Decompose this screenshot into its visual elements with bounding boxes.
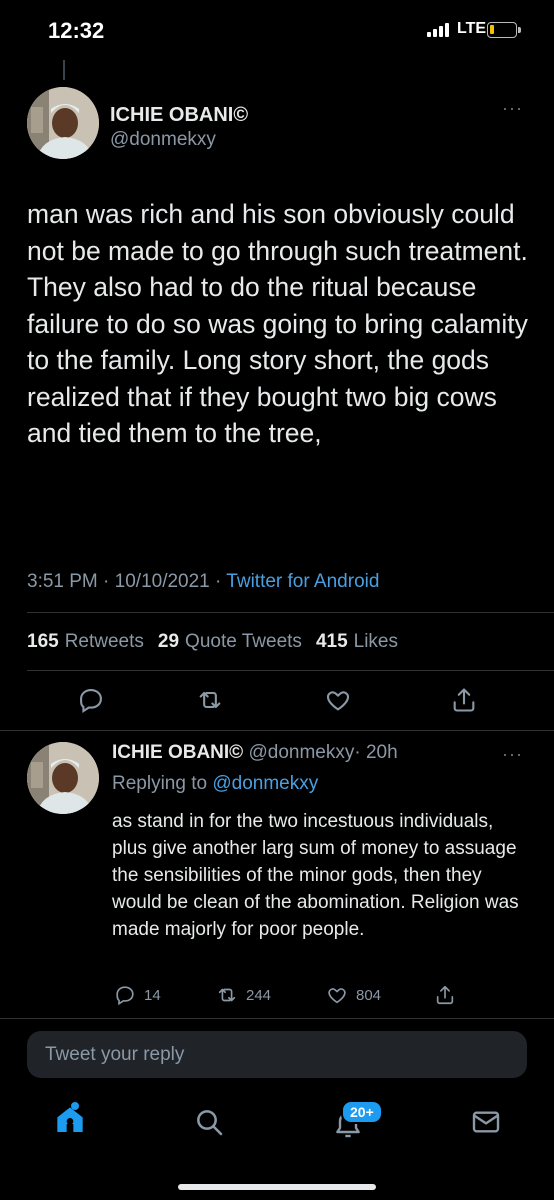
reply-icon — [116, 986, 134, 1006]
notification-badge: 20+ — [341, 1100, 383, 1124]
messages-icon[interactable] — [470, 1106, 502, 1138]
replying-prefix: Replying to — [112, 773, 208, 794]
network-type: LTE — [457, 20, 487, 37]
status-bar: 12:32 LTE — [0, 0, 554, 60]
meta-separator: · — [103, 571, 110, 592]
status-time: 12:32 — [48, 18, 105, 43]
avatar[interactable] — [27, 742, 99, 814]
signal-icon — [427, 23, 449, 37]
replying-to: Replying to @donmekxy — [112, 773, 318, 795]
search-icon[interactable] — [193, 1106, 225, 1138]
divider — [27, 670, 554, 671]
tweet-stats: 165 Retweets 29 Quote Tweets 415 Likes — [27, 631, 412, 653]
share-icon — [436, 985, 454, 1005]
like-icon — [328, 988, 346, 1004]
divider — [0, 1018, 554, 1019]
tweet-text: man was rich and his son obviously could… — [27, 199, 528, 448]
avatar-image — [27, 87, 99, 159]
home-unread-dot — [71, 1102, 79, 1110]
retweet-count: 244 — [246, 986, 272, 1004]
reply-author-name[interactable]: ICHIE OBANI© — [112, 742, 243, 763]
divider — [0, 730, 554, 731]
battery-icon — [487, 22, 521, 38]
retweet-icon[interactable] — [196, 686, 224, 714]
tweet-time: 3:51 PM — [27, 571, 98, 592]
reply-input[interactable] — [27, 1031, 527, 1078]
home-icon[interactable] — [54, 1104, 86, 1136]
avatar[interactable] — [27, 87, 99, 159]
replying-mention[interactable]: @donmekxy — [212, 773, 318, 794]
thread-line — [63, 60, 65, 80]
tweet-meta: 3:51 PM · 10/10/2021 · Twitter for Andro… — [27, 571, 379, 593]
retweets-stat[interactable]: 165 Retweets — [27, 631, 144, 653]
tweet-date: 10/10/2021 — [114, 571, 210, 592]
avatar-image — [27, 742, 99, 814]
divider — [27, 612, 554, 613]
like-count: 804 — [356, 986, 382, 1004]
more-options-icon[interactable]: ··· — [502, 744, 523, 765]
reply-age: · 20h — [354, 742, 398, 763]
reply-icon[interactable] — [77, 686, 105, 714]
likes-stat[interactable]: 415 Likes — [316, 631, 398, 653]
share-icon[interactable] — [450, 686, 478, 714]
compose-box[interactable] — [27, 1031, 527, 1078]
tweet-source[interactable]: Twitter for Android — [226, 571, 379, 592]
reply-reply-button[interactable]: 14 — [114, 984, 161, 1006]
reply-like-button[interactable]: 804 — [326, 984, 381, 1006]
reply-count: 14 — [144, 986, 161, 1004]
reply-text: as stand in for the two incestuous indiv… — [112, 811, 519, 940]
quote-tweets-stat[interactable]: 29 Quote Tweets — [158, 631, 302, 653]
reply-author-handle[interactable]: @donmekxy — [248, 742, 354, 763]
reply-share-button[interactable] — [434, 984, 456, 1006]
meta-separator: · — [215, 571, 222, 592]
more-options-icon[interactable]: ··· — [502, 98, 523, 119]
retweet-icon — [218, 988, 236, 1002]
reply-retweet-button[interactable]: 244 — [216, 984, 271, 1006]
author-name[interactable]: ICHIE OBANI© — [110, 104, 248, 127]
reply-header: ICHIE OBANI© @donmekxy· 20h — [112, 742, 398, 764]
home-indicator — [178, 1184, 376, 1190]
like-icon[interactable] — [324, 686, 352, 714]
author-handle[interactable]: @donmekxy — [110, 129, 216, 151]
